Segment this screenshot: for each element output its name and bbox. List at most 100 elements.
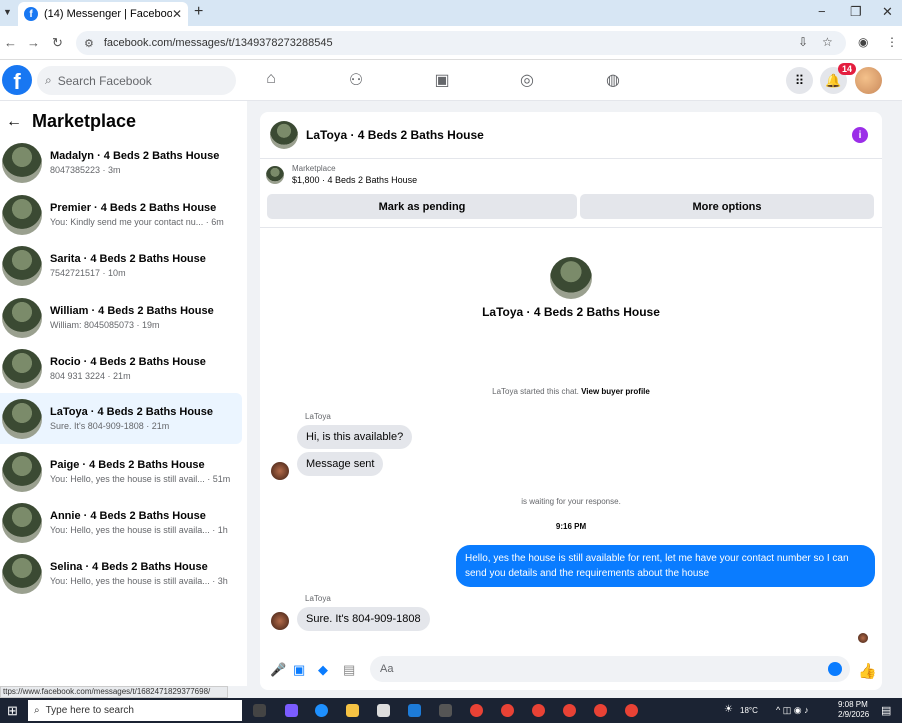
account-avatar[interactable] [855, 67, 882, 94]
chrome-icon[interactable] [594, 704, 607, 717]
url-field[interactable]: ⚙ facebook.com/messages/t/13493782732885… [76, 31, 846, 55]
chrome-icon[interactable] [532, 704, 545, 717]
divider [260, 227, 882, 228]
conversation-preview: You: Hello, yes the house is still avail… [50, 474, 231, 484]
windows-taskbar: ⊞ ⌕ Type here to search ☀ 18°C ^ ◫ ◉ ♪ 9… [0, 698, 902, 723]
taskbar-search[interactable]: ⌕ Type here to search [28, 700, 242, 721]
chat-header: LaToya · 4 Beds 2 Baths House i [260, 112, 882, 159]
temperature[interactable]: 18°C [740, 706, 758, 715]
gaming-icon[interactable]: ◍ [602, 70, 624, 90]
bell-icon: 🔔 [825, 72, 842, 88]
sticker-icon[interactable]: ◆ [318, 662, 328, 678]
back-arrow-icon[interactable]: ← [6, 113, 22, 131]
site-info-icon[interactable]: ⚙ [84, 37, 94, 50]
close-tab-icon[interactable]: ✕ [172, 7, 182, 21]
store-icon[interactable] [377, 704, 390, 717]
message-bubble-outgoing[interactable]: Hello, yes the house is still available … [456, 545, 875, 587]
like-thumb-icon[interactable]: 👍 [858, 662, 877, 680]
copilot-icon[interactable] [285, 704, 298, 717]
facebook-logo-icon[interactable]: f [2, 65, 32, 95]
conversation-item[interactable]: Paige · 4 Beds 2 Baths House You: Hello, … [0, 446, 242, 497]
message-timestamp: 9:16 PM [555, 522, 587, 531]
listing-avatar [2, 398, 42, 439]
back-icon[interactable]: ← [4, 35, 17, 50]
app-icon[interactable] [439, 704, 452, 717]
conversation-item[interactable]: Sarita · 4 Beds 2 Baths House 7542721517 … [0, 240, 242, 291]
clock-date[interactable]: 2/9/2026 [838, 710, 869, 719]
message-bubble-incoming[interactable]: Hi, is this available? [297, 425, 413, 449]
search-icon: ⌕ [34, 705, 40, 716]
edge-browser-icon[interactable] [315, 704, 328, 717]
conversation-name: William · 4 Beds 2 Baths House [50, 305, 214, 317]
task-view-icon[interactable] [253, 704, 266, 717]
weather-icon[interactable]: ☀ [724, 704, 733, 715]
groups-icon[interactable]: ◎ [516, 70, 538, 90]
file-explorer-icon[interactable] [346, 704, 359, 717]
close-window-button[interactable]: ✕ [882, 4, 893, 20]
browser-tab[interactable]: f (14) Messenger | Facebook ✕ [18, 2, 188, 26]
listing-avatar [2, 194, 42, 235]
conversation-item[interactable]: Rocio · 4 Beds 2 Baths House 804 931 3224… [0, 343, 242, 394]
new-tab-button[interactable]: + [194, 3, 203, 21]
info-icon[interactable]: i [852, 127, 868, 143]
chrome-icon[interactable] [625, 704, 638, 717]
install-app-icon[interactable]: ⇩ [798, 35, 808, 49]
conversation-preview: 804 931 3224 · 21m [50, 371, 131, 381]
profile-icon[interactable]: ◉ [858, 35, 868, 49]
marketplace-sidebar: ← Marketplace Madalyn · 4 Beds 2 Baths H… [0, 101, 247, 686]
message-composer: 🎤 ▣ ◆ ▤ Aa 👍 [260, 654, 882, 684]
sender-name: LaToya [305, 594, 331, 603]
windows-start-icon[interactable]: ⊞ [7, 703, 18, 719]
apps-menu-button[interactable]: ⠿ [786, 67, 813, 94]
photo-icon[interactable]: ▣ [293, 662, 305, 678]
reload-icon[interactable]: ↻ [52, 35, 63, 51]
conversation-name: LaToya · 4 Beds 2 Baths House [50, 406, 214, 418]
bookmark-star-icon[interactable]: ☆ [822, 35, 833, 49]
conversation-item[interactable]: William · 4 Beds 2 Baths House William: 8… [0, 292, 242, 343]
notification-badge: 14 [838, 63, 857, 75]
chrome-icon[interactable] [470, 704, 483, 717]
minimize-button[interactable]: − [818, 4, 826, 19]
chat-start-notice: LaToya started this chat. View buyer pro… [260, 387, 882, 396]
marketplace-icon[interactable]: ▣ [431, 70, 453, 90]
tab-title: (14) Messenger | Facebook [44, 8, 172, 20]
menu-kebab-icon[interactable]: ⋮ [886, 35, 898, 49]
message-input[interactable]: Aa [370, 656, 850, 682]
chat-avatar[interactable] [270, 121, 298, 149]
status-bar-url: ttps://www.facebook.com/messages/t/16824… [0, 686, 228, 698]
listing-avatar [2, 553, 42, 594]
home-icon[interactable]: ⌂ [260, 70, 282, 90]
conversation-item[interactable]: Annie · 4 Beds 2 Baths House You: Hello, … [0, 497, 242, 548]
conversation-item[interactable]: Premier · 4 Beds 2 Baths House You: Kindl… [0, 189, 242, 240]
forward-icon[interactable]: → [27, 35, 40, 50]
clock-time[interactable]: 9:08 PM [838, 700, 868, 709]
sidebar-header: ← Marketplace [6, 111, 136, 132]
tab-list-icon[interactable]: ▼ [3, 7, 12, 17]
gif-icon[interactable]: ▤ [343, 662, 355, 678]
chat-title[interactable]: LaToya · 4 Beds 2 Baths House [306, 128, 484, 142]
maximize-button[interactable]: ❐ [850, 4, 862, 20]
chrome-icon[interactable] [563, 704, 576, 717]
message-bubble-incoming[interactable]: Sure. It's 804-909-1808 [297, 607, 430, 631]
search-facebook-input[interactable]: ⌕ Search Facebook [37, 66, 236, 95]
microphone-icon[interactable]: 🎤 [270, 662, 286, 678]
listing-summary[interactable]: Marketplace $1,800 · 4 Beds 2 Baths Hous… [266, 164, 417, 185]
facebook-top-nav: f ⌕ Search Facebook ⌂ ⚇ ▣ ◎ ◍ ⠿ 🔔 [0, 60, 902, 101]
friends-icon[interactable]: ⚇ [345, 70, 367, 90]
message-bubble-incoming[interactable]: Message sent [297, 452, 384, 476]
listing-thumb [266, 165, 284, 184]
conversation-preview: William: 8045085073 · 19m [50, 320, 160, 330]
conversation-item-active[interactable]: LaToya · 4 Beds 2 Baths House Sure. It's … [0, 393, 242, 444]
chrome-icon[interactable] [501, 704, 514, 717]
mail-icon[interactable] [408, 704, 421, 717]
system-tray-icons[interactable]: ^ ◫ ◉ ♪ [776, 705, 809, 716]
browser-tab-bar: ▼ f (14) Messenger | Facebook ✕ + − ❐ ✕ [0, 0, 902, 26]
conversation-item[interactable]: Madalyn · 4 Beds 2 Baths House 8047385223… [0, 137, 242, 188]
mark-as-pending-button[interactable]: Mark as pending [267, 194, 577, 219]
sender-avatar [271, 612, 289, 630]
more-options-button[interactable]: More options [580, 194, 874, 219]
view-buyer-profile-link[interactable]: View buyer profile [581, 387, 650, 396]
emoji-icon[interactable] [828, 662, 842, 676]
notifications-center-icon[interactable]: ▤ [881, 704, 891, 717]
conversation-item[interactable]: Selina · 4 Beds 2 Baths House You: Hello,… [0, 548, 242, 599]
